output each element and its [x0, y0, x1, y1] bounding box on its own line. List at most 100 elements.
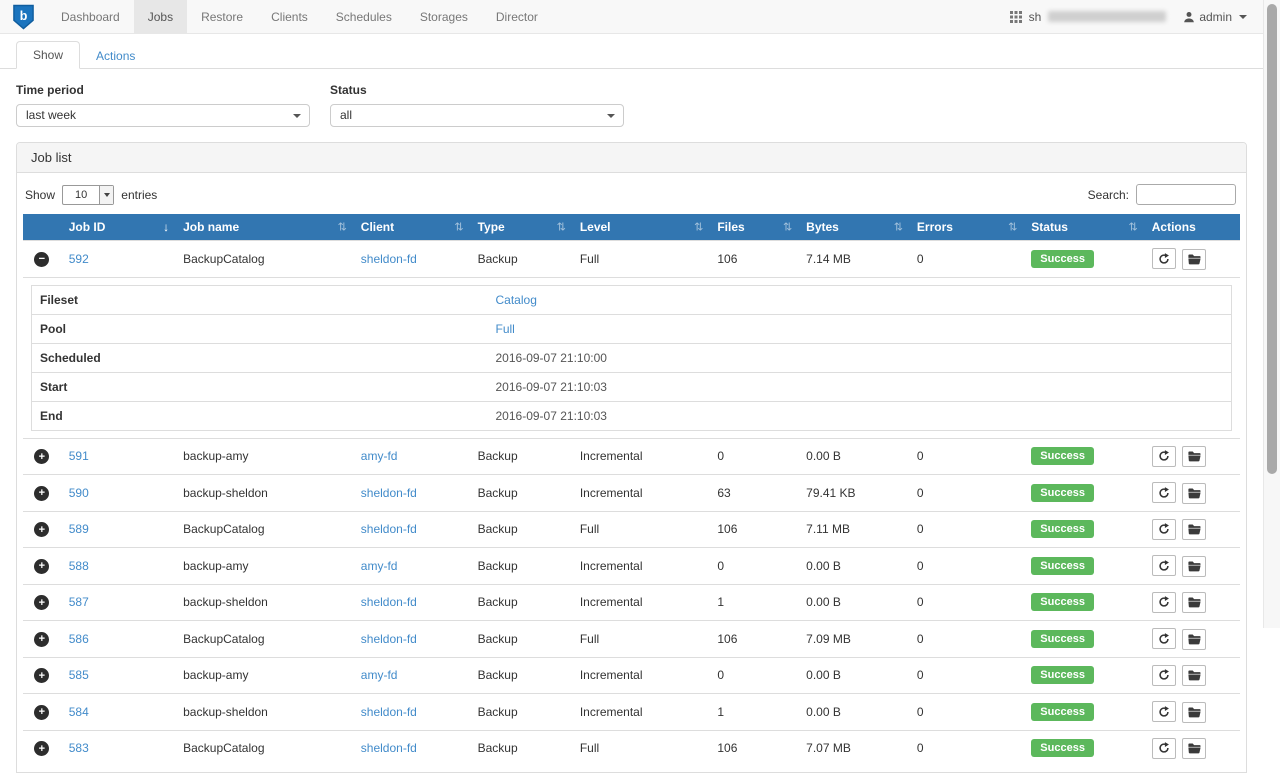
nav-item-dashboard[interactable]: Dashboard	[47, 0, 134, 33]
col-job-name[interactable]: Job name⇅	[175, 214, 353, 241]
col-files[interactable]: Files⇅	[709, 214, 798, 241]
client-link[interactable]: sheldon-fd	[361, 705, 417, 719]
job-name-cell: backup-sheldon	[175, 584, 353, 621]
vertical-scrollbar[interactable]	[1263, 0, 1280, 628]
errors-cell: 0	[909, 548, 1023, 585]
sort-icon[interactable]: ⇅	[694, 221, 703, 234]
user-menu[interactable]: admin	[1183, 10, 1247, 24]
rerun-job-button[interactable]	[1152, 482, 1176, 503]
rerun-job-button[interactable]	[1152, 628, 1176, 649]
time-period-select[interactable]: last week	[16, 104, 310, 127]
client-link[interactable]: amy-fd	[361, 449, 398, 463]
job-id-link[interactable]: 590	[69, 486, 89, 500]
col-bytes[interactable]: Bytes⇅	[798, 214, 909, 241]
status-label: Status	[330, 83, 624, 97]
detail-row: Start2016-09-07 21:10:03	[32, 372, 1232, 401]
detail-value-link[interactable]: Full	[496, 322, 515, 336]
detail-label: Start	[32, 372, 488, 401]
rerun-job-button[interactable]	[1152, 701, 1176, 722]
sort-icon[interactable]: ⇅	[1129, 221, 1138, 234]
col-level[interactable]: Level⇅	[572, 214, 710, 241]
expand-toggle-icon[interactable]: −	[34, 252, 49, 267]
browse-files-button[interactable]	[1182, 249, 1206, 270]
expand-toggle-icon[interactable]: +	[34, 668, 49, 683]
rerun-job-button[interactable]	[1152, 592, 1176, 613]
browse-files-button[interactable]	[1182, 738, 1206, 759]
search-input[interactable]	[1136, 184, 1236, 205]
sort-icon[interactable]: ⇅	[1008, 221, 1017, 234]
browse-files-button[interactable]	[1182, 592, 1206, 613]
job-id-link[interactable]: 585	[69, 668, 89, 682]
expand-toggle-icon[interactable]: +	[34, 632, 49, 647]
status-badge: Success	[1031, 593, 1094, 611]
browse-files-button[interactable]	[1182, 665, 1206, 686]
browse-files-button[interactable]	[1182, 519, 1206, 540]
job-id-link[interactable]: 591	[69, 449, 89, 463]
client-link[interactable]: amy-fd	[361, 668, 398, 682]
col-errors[interactable]: Errors⇅	[909, 214, 1023, 241]
job-id-link[interactable]: 592	[69, 252, 89, 266]
rerun-job-button[interactable]	[1152, 519, 1176, 540]
nav-item-schedules[interactable]: Schedules	[322, 0, 406, 33]
expand-toggle-icon[interactable]: +	[34, 522, 49, 537]
client-link[interactable]: sheldon-fd	[361, 741, 417, 755]
col-status[interactable]: Status⇅	[1023, 214, 1143, 241]
detail-value-link[interactable]: Catalog	[496, 293, 537, 307]
col-client[interactable]: Client⇅	[353, 214, 470, 241]
job-id-link[interactable]: 589	[69, 522, 89, 536]
status-badge: Success	[1031, 447, 1094, 465]
browse-files-button[interactable]	[1182, 483, 1206, 504]
expand-toggle-icon[interactable]: +	[34, 449, 49, 464]
nav-item-restore[interactable]: Restore	[187, 0, 257, 33]
client-link[interactable]: sheldon-fd	[361, 632, 417, 646]
browse-files-button[interactable]	[1182, 702, 1206, 723]
rerun-job-button[interactable]	[1152, 446, 1176, 467]
job-id-link[interactable]: 586	[69, 632, 89, 646]
folder-icon	[1188, 670, 1201, 681]
nav-item-clients[interactable]: Clients	[257, 0, 322, 33]
client-link[interactable]: sheldon-fd	[361, 486, 417, 500]
sort-icon[interactable]: ⇅	[783, 221, 792, 234]
tab-actions[interactable]: Actions	[80, 43, 151, 69]
expand-toggle-icon[interactable]: +	[34, 486, 49, 501]
nav-item-jobs[interactable]: Jobs	[134, 0, 187, 33]
detail-label: Fileset	[32, 285, 488, 314]
scrollbar-thumb[interactable]	[1267, 4, 1277, 474]
col-job-id[interactable]: Job ID↓	[61, 214, 175, 241]
job-id-link[interactable]: 588	[69, 559, 89, 573]
client-link[interactable]: sheldon-fd	[361, 252, 417, 266]
browse-files-button[interactable]	[1182, 629, 1206, 650]
client-link[interactable]: amy-fd	[361, 559, 398, 573]
expand-toggle-icon[interactable]: +	[34, 705, 49, 720]
rerun-job-button[interactable]	[1152, 738, 1176, 759]
tab-bar: Show Actions	[0, 34, 1263, 69]
browse-files-button[interactable]	[1182, 446, 1206, 467]
expand-toggle-icon[interactable]: +	[34, 741, 49, 756]
job-id-link[interactable]: 583	[69, 741, 89, 755]
job-name-cell: backup-amy	[175, 438, 353, 475]
bareos-logo[interactable]: b	[0, 0, 47, 33]
expand-toggle-icon[interactable]: +	[34, 595, 49, 610]
job-id-link[interactable]: 587	[69, 595, 89, 609]
nav-item-director[interactable]: Director	[482, 0, 552, 33]
rerun-job-button[interactable]	[1152, 665, 1176, 686]
client-link[interactable]: sheldon-fd	[361, 595, 417, 609]
detail-row: End2016-09-07 21:10:03	[32, 401, 1232, 430]
sort-icon[interactable]: ⇅	[894, 221, 903, 234]
sort-desc-icon[interactable]: ↓	[163, 220, 169, 234]
rerun-circular-arrow-icon	[1158, 706, 1170, 718]
rerun-job-button[interactable]	[1152, 248, 1176, 269]
rerun-job-button[interactable]	[1152, 555, 1176, 576]
nav-item-storages[interactable]: Storages	[406, 0, 482, 33]
status-select[interactable]: all	[330, 104, 624, 127]
expand-toggle-icon[interactable]: +	[34, 559, 49, 574]
tab-show[interactable]: Show	[16, 41, 80, 69]
sort-icon[interactable]: ⇅	[557, 221, 566, 234]
client-link[interactable]: sheldon-fd	[361, 522, 417, 536]
sort-icon[interactable]: ⇅	[338, 221, 347, 234]
sort-icon[interactable]: ⇅	[454, 221, 463, 234]
job-id-link[interactable]: 584	[69, 705, 89, 719]
browse-files-button[interactable]	[1182, 556, 1206, 577]
col-type[interactable]: Type⇅	[470, 214, 572, 241]
entries-select[interactable]: 10	[62, 185, 114, 205]
